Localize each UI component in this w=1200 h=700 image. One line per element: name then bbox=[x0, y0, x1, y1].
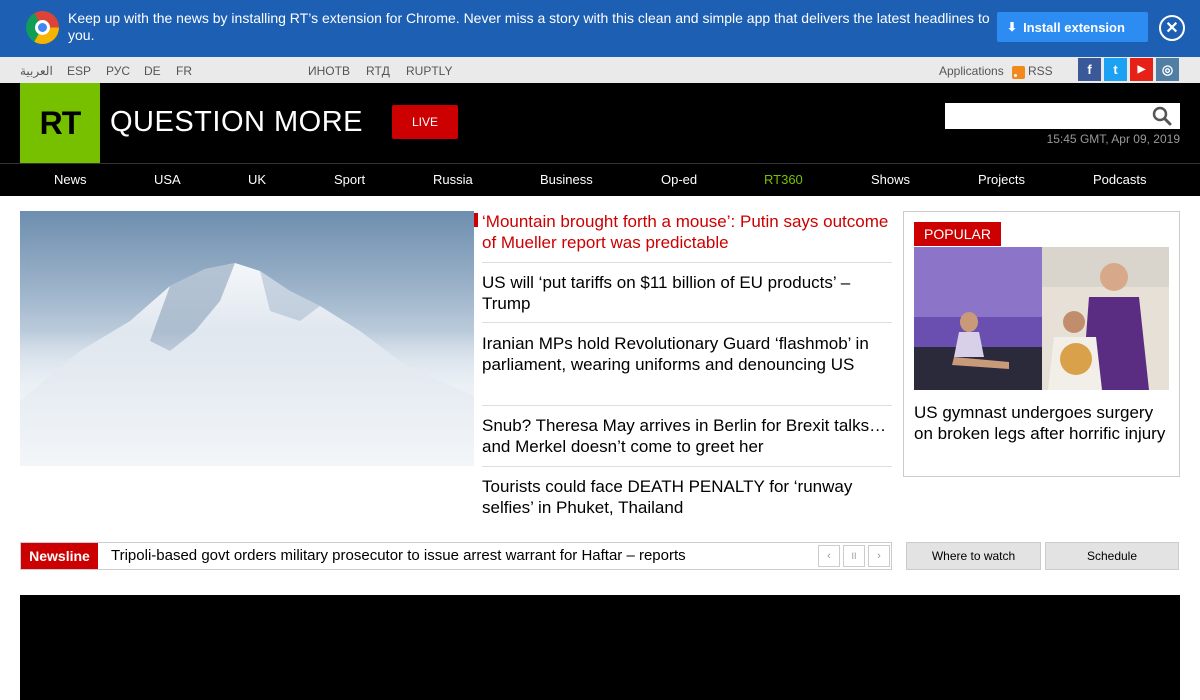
divider bbox=[482, 466, 892, 467]
rss-icon bbox=[1012, 66, 1025, 79]
install-extension-button[interactable]: ⬇ Install extension bbox=[997, 12, 1148, 42]
close-icon[interactable]: ✕ bbox=[1159, 15, 1185, 41]
nav-news[interactable]: News bbox=[54, 172, 87, 187]
banner-text: Keep up with the news by installing RT’s… bbox=[68, 10, 990, 43]
facebook-icon[interactable]: f bbox=[1078, 58, 1101, 81]
divider bbox=[482, 405, 892, 406]
nav-sport[interactable]: Sport bbox=[334, 172, 365, 187]
pause-icon[interactable]: II bbox=[843, 545, 865, 567]
newsline-text[interactable]: Tripoli-based govt orders military prose… bbox=[111, 547, 686, 564]
gymnast-photo bbox=[914, 247, 1169, 390]
youtube-icon[interactable]: ▶ bbox=[1130, 58, 1153, 81]
rt-logo[interactable]: RT bbox=[20, 83, 100, 163]
where-to-watch-button[interactable]: Where to watch bbox=[906, 542, 1041, 570]
search-icon[interactable] bbox=[1152, 106, 1172, 126]
popular-label: POPULAR bbox=[914, 222, 1001, 246]
nav-rt360[interactable]: RT360 bbox=[764, 172, 803, 187]
headline-2[interactable]: US will ‘put tariffs on $11 billion of E… bbox=[482, 272, 892, 314]
applications-link[interactable]: Applications bbox=[939, 64, 1004, 78]
nav-uk[interactable]: UK bbox=[248, 172, 266, 187]
nav-oped[interactable]: Op-ed bbox=[661, 172, 697, 187]
mountain-image bbox=[20, 263, 474, 466]
headline-1[interactable]: ‘Mountain brought forth a mouse’: Putin … bbox=[482, 211, 892, 253]
lang-arabic[interactable]: العربية bbox=[20, 64, 53, 78]
lang-fr[interactable]: FR bbox=[176, 64, 192, 78]
divider bbox=[482, 262, 892, 263]
twitter-icon[interactable]: t bbox=[1104, 58, 1127, 81]
newsline-label: Newsline bbox=[21, 543, 98, 569]
partner-inotv[interactable]: ИНОТВ bbox=[308, 64, 350, 78]
divider bbox=[482, 322, 892, 323]
popular-title[interactable]: US gymnast undergoes surgery on broken l… bbox=[914, 402, 1169, 444]
datetime: 15:45 GMT, Apr 09, 2019 bbox=[1046, 132, 1180, 146]
nav-projects[interactable]: Projects bbox=[978, 172, 1025, 187]
headline-4[interactable]: Snub? Theresa May arrives in Berlin for … bbox=[482, 415, 892, 457]
popular-image[interactable] bbox=[914, 247, 1169, 390]
instagram-icon[interactable]: ◎ bbox=[1156, 58, 1179, 81]
lang-esp[interactable]: ESP bbox=[67, 64, 91, 78]
nav-podcasts[interactable]: Podcasts bbox=[1093, 172, 1146, 187]
search-input[interactable] bbox=[945, 103, 1180, 129]
video-player[interactable] bbox=[20, 595, 1180, 700]
partner-ruptly[interactable]: RUPTLY bbox=[406, 64, 452, 78]
lang-de[interactable]: DE bbox=[144, 64, 161, 78]
lang-rus[interactable]: РУС bbox=[106, 64, 130, 78]
headline-marker bbox=[474, 213, 478, 227]
download-icon: ⬇ bbox=[1007, 20, 1018, 34]
prev-icon[interactable]: ‹ bbox=[818, 545, 840, 567]
nav-shows[interactable]: Shows bbox=[871, 172, 910, 187]
live-button[interactable]: LIVE bbox=[392, 105, 458, 139]
install-extension-label: Install extension bbox=[1023, 19, 1125, 35]
headline-5[interactable]: Tourists could face DEATH PENALTY for ‘r… bbox=[482, 476, 892, 518]
nav-russia[interactable]: Russia bbox=[433, 172, 473, 187]
headline-3[interactable]: Iranian MPs hold Revolutionary Guard ‘fl… bbox=[482, 333, 892, 375]
nav-usa[interactable]: USA bbox=[154, 172, 181, 187]
slogan: QUESTION MORE bbox=[110, 106, 364, 138]
next-icon[interactable]: › bbox=[868, 545, 890, 567]
nav-business[interactable]: Business bbox=[540, 172, 593, 187]
schedule-button[interactable]: Schedule bbox=[1045, 542, 1179, 570]
rss-link[interactable]: RSS bbox=[1028, 64, 1053, 78]
partner-rtd[interactable]: RTД bbox=[366, 64, 390, 78]
chrome-logo-icon bbox=[26, 11, 59, 44]
hero-image[interactable] bbox=[20, 211, 474, 466]
